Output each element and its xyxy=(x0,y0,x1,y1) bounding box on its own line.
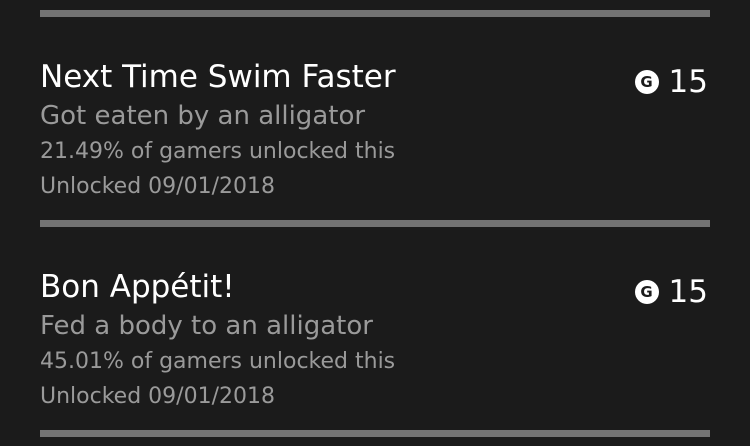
achievements-list: Next Time Swim Faster G 15 Got eaten by … xyxy=(0,0,750,446)
gamerscore-icon: G xyxy=(634,70,659,94)
gamerscore: G 15 xyxy=(634,62,708,102)
achievement-description: Got eaten by an alligator xyxy=(40,101,366,131)
achievement-title: Next Time Swim Faster xyxy=(40,59,396,95)
progress-bar xyxy=(40,10,710,17)
gamerscore-value: 15 xyxy=(668,64,708,100)
achievement-rarity: 45.01% of gamers unlocked this xyxy=(40,349,396,374)
gamerscore: G 15 xyxy=(634,272,708,312)
achievement-unlock-date: Unlocked 09/01/2018 xyxy=(40,174,275,199)
gamerscore-icon: G xyxy=(634,280,659,304)
achievement-description: Fed a body to an alligator xyxy=(40,311,373,341)
progress-bar xyxy=(40,430,710,437)
achievement-item[interactable]: Bon Appétit! G 15 Fed a body to an allig… xyxy=(40,266,710,426)
gamerscore-value: 15 xyxy=(668,274,708,310)
achievement-rarity: 21.49% of gamers unlocked this xyxy=(40,139,396,164)
progress-bar xyxy=(40,220,710,227)
achievement-title: Bon Appétit! xyxy=(40,269,235,305)
achievement-unlock-date: Unlocked 09/01/2018 xyxy=(40,384,275,409)
achievement-item[interactable]: Next Time Swim Faster G 15 Got eaten by … xyxy=(40,56,710,216)
